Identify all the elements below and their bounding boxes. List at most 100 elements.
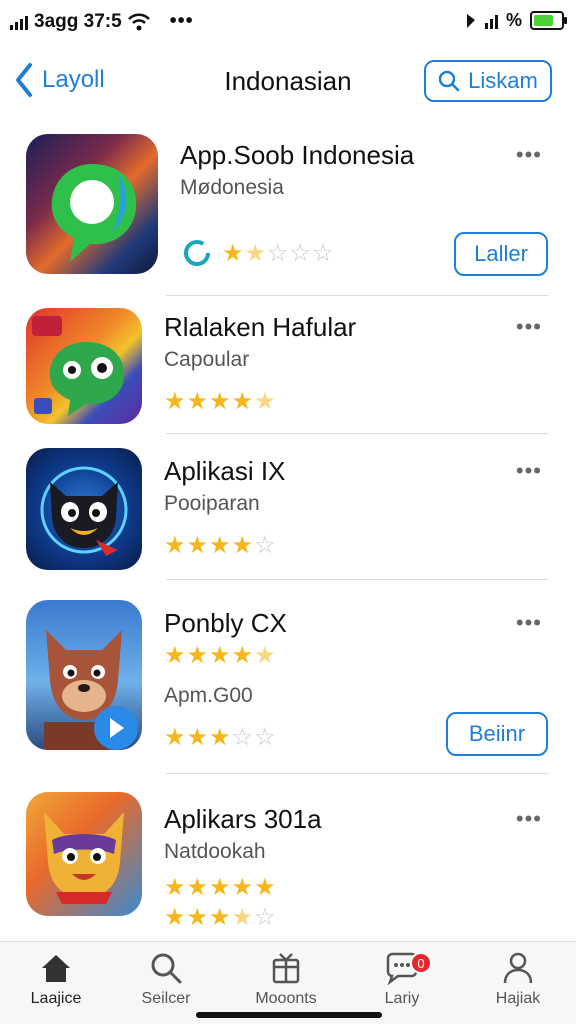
loading-ring-icon [184, 240, 210, 266]
app-name: Rlalaken Hafular [164, 312, 357, 342]
star-icon: ★ [209, 642, 231, 669]
list-item[interactable]: Aplikars 301a Natdookah ••• ★ ★ ★ ★ ★ ★ ★ ★ ★ ☆ [0, 774, 576, 930]
more-options-icon[interactable]: ••• [516, 610, 542, 636]
nav-bar: Layoll Indonasian Liskam [0, 54, 576, 110]
star-icon: ★ [186, 904, 209, 931]
tab-label: Hajiak [495, 990, 541, 1007]
app-name: Aplikars 301a [164, 804, 322, 834]
battery-icon [530, 11, 567, 30]
search-icon [438, 70, 460, 92]
more-options-icon[interactable]: ••• [516, 142, 542, 168]
rating-stars: ★ ★ ★ ★ ★ [164, 390, 276, 414]
star-icon: ★ [164, 874, 186, 901]
wifi-icon [127, 13, 150, 30]
percent-icon: % [505, 10, 522, 30]
carrier-text: 3agg 37:5 [34, 10, 122, 32]
app-subtitle: Mødonesia [180, 176, 284, 199]
signal-icon [10, 14, 28, 30]
star-icon: ☆ [312, 240, 334, 267]
star-icon: ★ [186, 388, 209, 415]
star-icon: ★ [244, 240, 267, 267]
more-options-icon[interactable]: ••• [516, 806, 542, 832]
star-icon: ★ [186, 724, 209, 751]
star-icon: ★ [186, 532, 209, 559]
star-icon: ☆ [231, 724, 254, 751]
star-icon: ★ [231, 532, 254, 559]
star-icon: ★ [209, 532, 231, 559]
rating-stars: ★ ★ ★ ★ ★ [164, 876, 276, 900]
rating-stars: ★ ★ ★ ★ ☆ [164, 534, 276, 558]
app-icon [26, 600, 142, 750]
secondary-rating-stars: ★ ★ ★ ★ ☆ [164, 906, 276, 930]
tab-chat[interactable]: Lariy 0 [352, 950, 452, 1008]
app-action-button[interactable]: Laller [454, 232, 548, 276]
status-left: 3agg 37:5 ••• [10, 10, 194, 33]
star-icon: ☆ [267, 240, 289, 267]
star-icon: ☆ [289, 240, 312, 267]
more-options-icon[interactable]: ••• [516, 458, 542, 484]
star-icon: ★ [254, 388, 276, 415]
star-icon: ★ [209, 904, 231, 931]
star-icon: ★ [164, 724, 186, 751]
chat-face-icon [32, 316, 125, 416]
star-icon: ★ [164, 532, 186, 559]
star-icon: ★ [231, 642, 254, 669]
status-bar: 3agg 37:5 ••• % [0, 0, 576, 44]
home-indicator [196, 1012, 382, 1018]
cell-signal-icon [484, 13, 498, 29]
gift-icon [272, 953, 300, 984]
list-item[interactable]: Ponbly CX ★ ★ ★ ★ ★ Apm.G00 ••• ★ ★ ★ ☆ ☆ Beiinr [0, 580, 576, 774]
cat-mascot-icon [40, 466, 128, 556]
app-action-button[interactable]: Beiinr [446, 712, 548, 756]
tab-search[interactable]: Seilcer [116, 950, 216, 1008]
app-name: Ponbly CX [164, 608, 287, 638]
search-icon [151, 953, 182, 984]
star-icon: ★ [164, 642, 186, 669]
tab-label: Seilcer [141, 990, 191, 1007]
star-icon: ★ [209, 724, 231, 751]
star-icon: ★ [164, 904, 186, 931]
wolf-mascot-icon [44, 630, 138, 750]
star-icon: ☆ [254, 724, 276, 751]
app-name: Aplikasi IX [164, 456, 286, 486]
app-icon [26, 448, 142, 570]
person-icon [503, 952, 533, 984]
star-icon: ★ [254, 874, 276, 901]
star-icon: ★ [231, 904, 254, 931]
list-item[interactable]: Aplikasi IX Pooiparan ••• ★ ★ ★ ★ ☆ [0, 434, 576, 580]
rating-stars: ★ ★ ★ ★ ★ [164, 644, 276, 668]
app-subtitle: Capoular [164, 348, 250, 371]
fox-mascot-icon [44, 812, 124, 904]
chat-bubble-icon [51, 164, 137, 262]
list-item[interactable]: App.Soob Indonesia Mødonesia ••• ★ ★ ☆ ☆ ☆ L… [0, 124, 576, 296]
star-icon: ★ [186, 642, 209, 669]
status-right: % [465, 10, 567, 31]
tab-home[interactable]: Laajice [6, 950, 106, 1008]
app-list: App.Soob Indonesia Mødonesia ••• ★ ★ ☆ ☆ ☆ L… [0, 124, 576, 930]
search-button[interactable]: Liskam [424, 60, 552, 102]
star-icon: ★ [209, 874, 231, 901]
tab-profile[interactable]: Hajiak [468, 950, 568, 1008]
tab-moments[interactable]: Mooonts [236, 950, 336, 1008]
tab-bar: Laajice Seilcer Mooonts Lariy 0 Hajiak [0, 941, 576, 1024]
search-button-label: Liskam [468, 68, 538, 93]
home-icon [42, 955, 70, 982]
star-icon: ★ [186, 874, 209, 901]
star-icon: ☆ [254, 532, 276, 559]
tab-label: Mooonts [255, 990, 317, 1007]
star-icon: ☆ [254, 904, 276, 931]
list-item[interactable]: Rlalaken Hafular Capoular ••• ★ ★ ★ ★ ★ [0, 296, 576, 434]
star-icon: ★ [209, 388, 231, 415]
app-name: App.Soob Indonesia [180, 140, 415, 170]
star-icon: ★ [231, 874, 254, 901]
star-icon: ★ [231, 388, 254, 415]
more-status-icon: ••• [169, 10, 194, 32]
star-icon: ★ [222, 240, 244, 267]
alarm-icon [466, 13, 475, 28]
rating-stars: ★ ★ ☆ ☆ ☆ [222, 242, 334, 266]
more-options-icon[interactable]: ••• [516, 314, 542, 340]
app-subtitle: Apm.G00 [164, 684, 253, 707]
app-subtitle: Natdookah [164, 840, 266, 863]
app-icon [26, 134, 158, 274]
app-subtitle: Pooiparan [164, 492, 260, 515]
